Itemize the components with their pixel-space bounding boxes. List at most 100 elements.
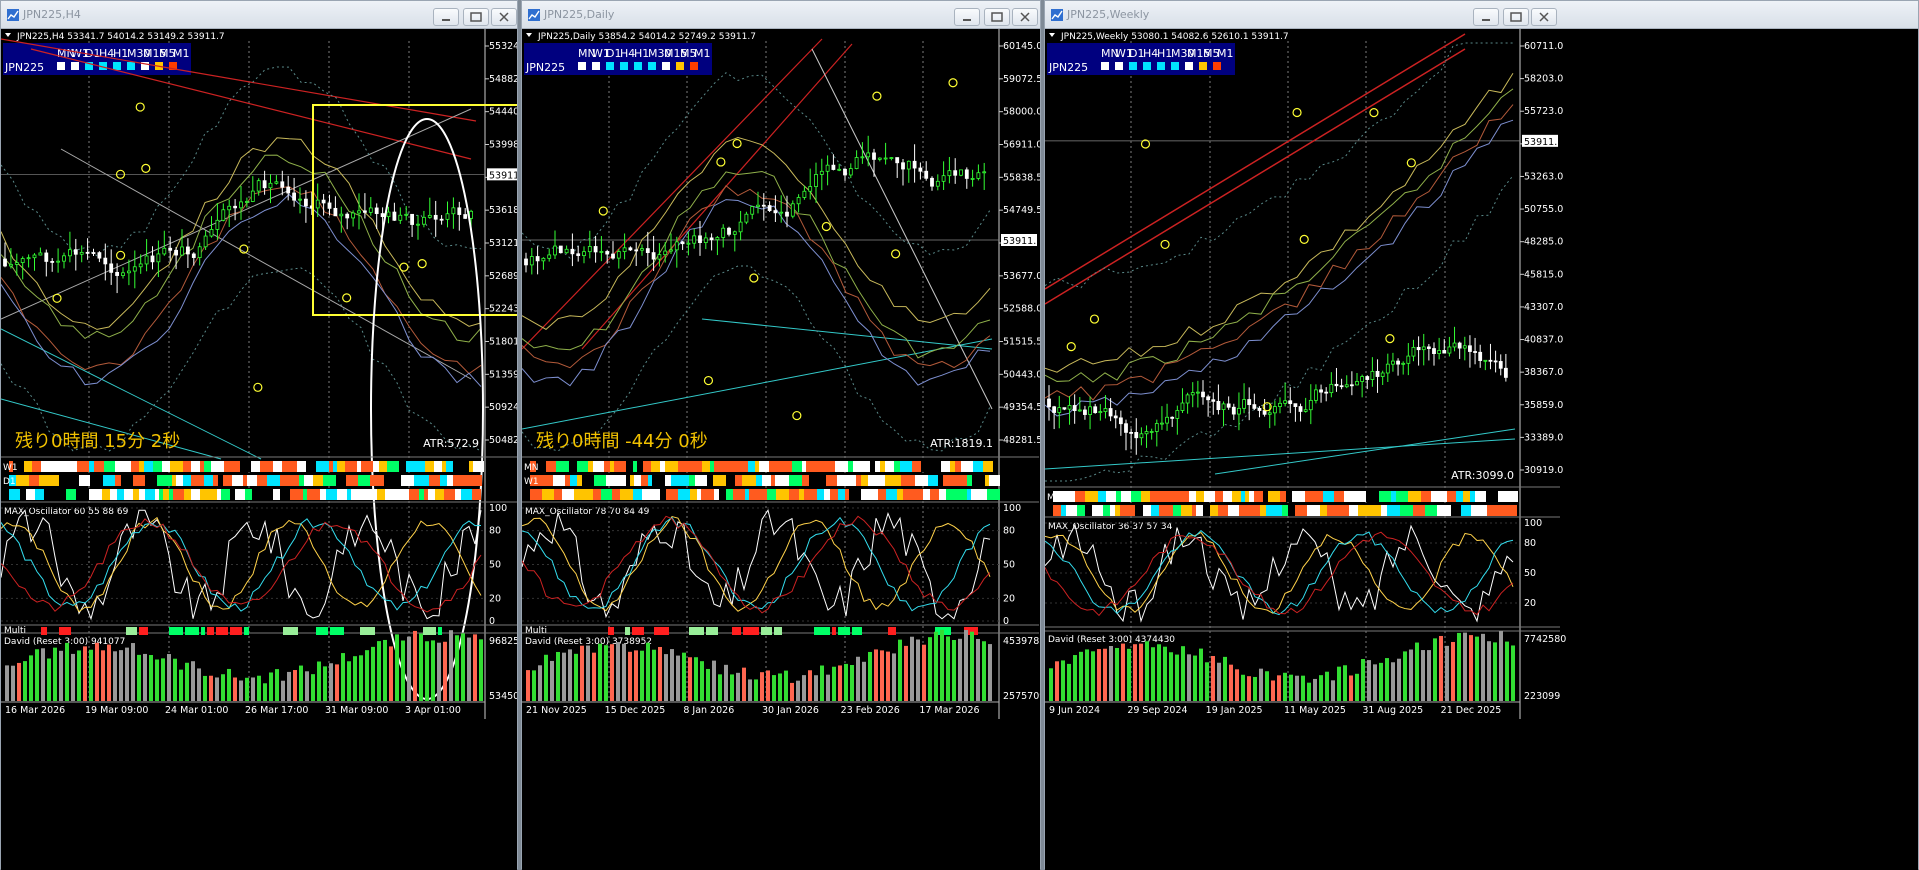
timeframe-swatch <box>1213 62 1221 70</box>
volume-tick: 7742580 <box>1524 634 1566 645</box>
close-icon <box>1020 12 1030 22</box>
heat-ribbon <box>1053 491 1518 502</box>
volume-bar <box>538 665 542 701</box>
volume-bar <box>329 663 333 701</box>
volume-label: David (Reset 3:00) 3738952 <box>525 637 652 647</box>
volume-bar <box>59 650 63 701</box>
volume-bar <box>640 650 644 701</box>
maximize-button[interactable] <box>1503 8 1529 26</box>
price-tick-label: 51359.5 <box>489 369 517 380</box>
price-tick-label: 53998.5 <box>489 140 517 151</box>
volume-bar <box>952 640 956 701</box>
volume-bar <box>1343 665 1347 701</box>
timeframe-swatch <box>1199 62 1207 70</box>
price-tick-label: 58000.0 <box>1003 107 1040 118</box>
oscillator-tick: 20 <box>489 593 501 604</box>
volume-bar <box>377 641 381 701</box>
close-button[interactable] <box>1531 8 1557 26</box>
volume-bar <box>407 636 411 701</box>
chart-area[interactable]: JPN225,H4 53341.7 54014.2 53149.2 53911.… <box>1 29 517 870</box>
title-bar[interactable]: JPN225,Weekly <box>1045 1 1918 29</box>
heat-ribbon <box>530 475 1000 486</box>
volume-tick: 223099 <box>1524 691 1560 702</box>
volume-bar <box>233 677 237 701</box>
chart-window-h4[interactable]: JPN225,H4 JPN225,H4 53341.7 54014.2 5314… <box>0 0 518 870</box>
volume-bar <box>89 649 93 701</box>
volume-bar <box>922 644 926 701</box>
current-price-label: 53911.7 <box>489 170 517 181</box>
minimize-button[interactable] <box>433 8 459 26</box>
volume-label: David (Reset 3:00) 4374430 <box>1048 635 1175 645</box>
price-tick-label: 49354.5 <box>1003 402 1040 413</box>
oscillator-tick: 80 <box>489 526 501 537</box>
atr-label: ATR:3099.0 <box>1451 469 1514 482</box>
close-button[interactable] <box>1012 8 1038 26</box>
date-tick-label: 11 May 2025 <box>1284 705 1346 716</box>
date-tick-label: 16 Mar 2026 <box>5 705 65 716</box>
atr-label: ATR:1819.1 <box>930 437 993 450</box>
volume-bar <box>766 670 770 701</box>
volume-bar <box>425 641 429 701</box>
price-tick-label: 38367.0 <box>1524 367 1563 378</box>
volume-bar <box>946 636 950 701</box>
volume-bar <box>568 649 572 701</box>
volume-bar <box>910 636 914 701</box>
price-tick-label: 56911.0 <box>1003 140 1040 151</box>
ribbon-label: MN <box>524 463 539 473</box>
minimize-icon <box>963 19 971 21</box>
volume-bar <box>1469 635 1473 701</box>
chart-icon <box>1051 9 1063 21</box>
volume-bar <box>23 661 27 701</box>
volume-bar <box>197 668 201 701</box>
countdown-timer: 残り0時間 -44分 0秒 <box>536 431 708 452</box>
volume-bar <box>419 633 423 701</box>
volume-bar <box>101 650 105 701</box>
price-tick-label: 55838.5 <box>1003 172 1040 183</box>
symbol-info: JPN225,Daily 53854.2 54014.2 52749.2 539… <box>537 32 756 42</box>
volume-bar <box>724 664 728 701</box>
volume-bar <box>1319 675 1323 701</box>
minimize-button[interactable] <box>1473 8 1499 26</box>
volume-bar <box>227 668 231 701</box>
volume-bar <box>1403 651 1407 701</box>
price-tick-label: 54882.5 <box>489 74 517 85</box>
volume-bar <box>443 641 447 701</box>
minimize-icon <box>442 19 450 21</box>
volume-bar <box>874 649 878 701</box>
heat-ribbon <box>530 461 993 472</box>
price-tick-label: 54440.5 <box>489 107 517 118</box>
volume-bar <box>1331 680 1335 701</box>
volume-bar <box>1307 682 1311 701</box>
maximize-button[interactable] <box>463 8 489 26</box>
volume-bar <box>736 672 740 701</box>
chart-window-weekly[interactable]: JPN225,Weekly JPN225,Weekly 53080.1 5408… <box>1044 0 1919 870</box>
close-button[interactable] <box>491 8 517 26</box>
timeframe-swatch <box>1129 62 1137 70</box>
timeframe-swatch <box>648 62 656 70</box>
maximize-button[interactable] <box>984 8 1010 26</box>
volume-bar <box>215 677 219 701</box>
chart-area[interactable]: JPN225,Daily 53854.2 54014.2 52749.2 539… <box>522 29 1040 870</box>
chart-area[interactable]: JPN225,Weekly 53080.1 54082.6 52610.1 53… <box>1045 29 1918 870</box>
volume-bar <box>149 655 153 701</box>
volume-bar <box>95 642 99 701</box>
minimize-button[interactable] <box>954 8 980 26</box>
volume-bar <box>730 674 734 701</box>
timeframe-label: H4 <box>1143 47 1158 60</box>
volume-bar <box>988 644 992 701</box>
price-tick-label: 55723.0 <box>1524 106 1563 117</box>
volume-bar <box>1427 650 1431 701</box>
oscillator-tick: 0 <box>489 616 495 627</box>
chart-icon <box>528 9 540 21</box>
volume-bar <box>1067 663 1071 701</box>
chart-window-daily[interactable]: JPN225,Daily JPN225,Daily 53854.2 54014.… <box>521 0 1041 870</box>
title-bar[interactable]: JPN225,H4 <box>1 1 517 29</box>
volume-bar <box>1511 645 1515 701</box>
volume-bar <box>790 682 794 701</box>
volume-bar <box>1499 630 1503 701</box>
title-bar[interactable]: JPN225,Daily <box>522 1 1040 29</box>
volume-bar <box>299 665 303 701</box>
window-title: JPN225,H4 <box>23 8 81 21</box>
heat-ribbon <box>9 489 481 500</box>
price-tick-label: 50443.0 <box>1003 369 1040 380</box>
